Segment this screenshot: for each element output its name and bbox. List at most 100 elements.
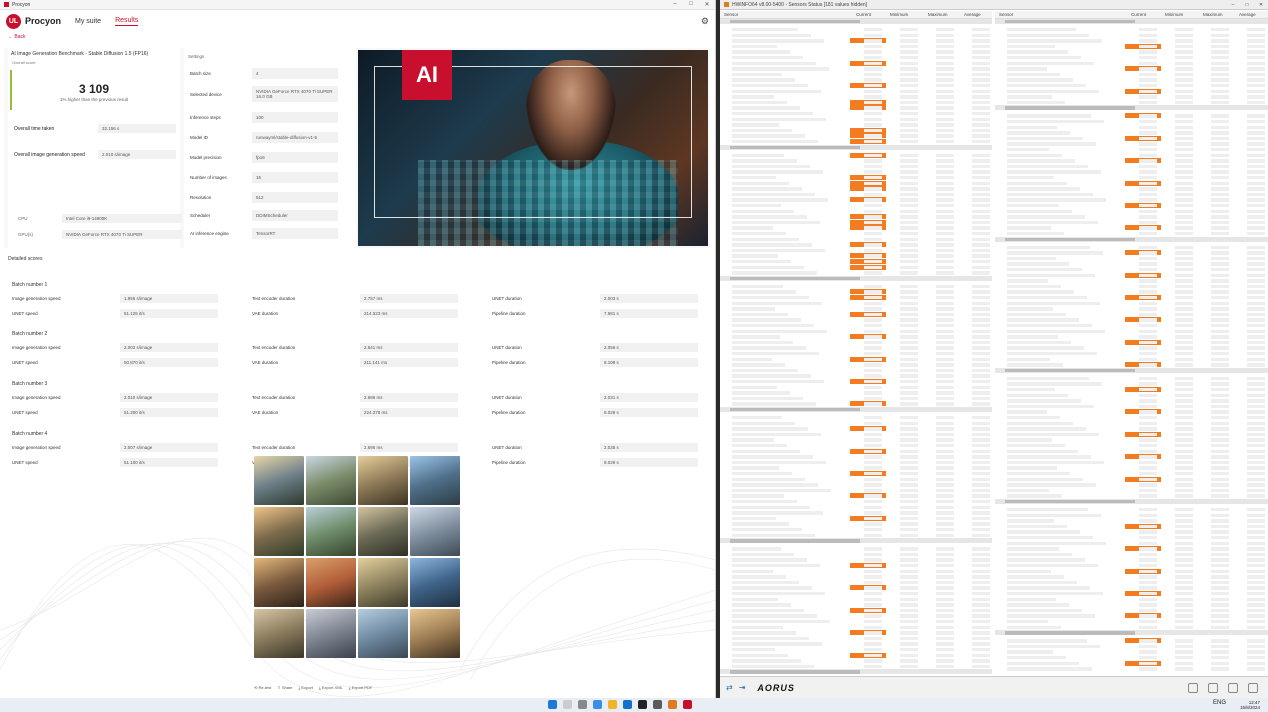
- app-icon[interactable]: [653, 700, 662, 709]
- sensor-row[interactable]: [995, 272, 1268, 278]
- sensor-row[interactable]: [995, 357, 1268, 362]
- sensor-row[interactable]: [995, 591, 1268, 596]
- sensor-row[interactable]: [995, 72, 1268, 77]
- sensor-row[interactable]: [720, 169, 992, 174]
- generated-image[interactable]: [410, 456, 460, 505]
- sensor-row[interactable]: [995, 415, 1268, 420]
- sensor-group-header[interactable]: [995, 236, 1268, 242]
- generated-image[interactable]: [306, 507, 356, 556]
- back-link[interactable]: ← Back: [0, 32, 715, 42]
- sensor-row[interactable]: [720, 362, 992, 367]
- sensor-row[interactable]: [720, 437, 992, 442]
- sensor-row[interactable]: [720, 89, 992, 94]
- sensor-row[interactable]: [995, 295, 1268, 300]
- sensor-row[interactable]: [995, 125, 1268, 130]
- sensor-row[interactable]: [720, 105, 992, 111]
- sensor-row[interactable]: [995, 443, 1268, 448]
- sensor-row[interactable]: [720, 152, 992, 158]
- generated-image[interactable]: [410, 609, 460, 658]
- sensor-row[interactable]: [720, 158, 992, 163]
- terminal-icon[interactable]: [638, 700, 647, 709]
- sensor-row[interactable]: [720, 421, 992, 426]
- sensor-row[interactable]: [720, 231, 992, 236]
- sensor-row[interactable]: [995, 61, 1268, 66]
- sensor-row[interactable]: [995, 203, 1268, 208]
- sensor-row[interactable]: [720, 625, 992, 630]
- action-share[interactable]: ⇪ Share: [277, 685, 292, 690]
- sensor-row[interactable]: [995, 625, 1268, 630]
- sensor-row[interactable]: [995, 49, 1268, 54]
- sensor-row[interactable]: [720, 563, 992, 568]
- sensor-row[interactable]: [995, 147, 1268, 152]
- gear-icon[interactable]: ⚙: [701, 16, 709, 27]
- sensor-row[interactable]: [720, 396, 992, 401]
- sensor-row[interactable]: [995, 153, 1268, 158]
- sensor-row[interactable]: [995, 376, 1268, 381]
- sensor-row[interactable]: [720, 602, 992, 607]
- sensor-row[interactable]: [995, 267, 1268, 272]
- procyon-taskbar-icon[interactable]: [683, 700, 692, 709]
- sensor-row[interactable]: [995, 334, 1268, 339]
- sensor-row[interactable]: [995, 387, 1268, 392]
- sensor-row[interactable]: [995, 164, 1268, 169]
- sensor-row[interactable]: [720, 432, 992, 437]
- sensor-row[interactable]: [995, 38, 1268, 43]
- sensor-row[interactable]: [995, 460, 1268, 465]
- windows-start-icon[interactable]: [548, 700, 557, 709]
- sensor-row[interactable]: [720, 225, 992, 231]
- sensor-row[interactable]: [995, 421, 1268, 426]
- sensor-row[interactable]: [720, 510, 992, 515]
- sensor-row[interactable]: [720, 180, 992, 186]
- action-export[interactable]: ⤓ Export: [299, 685, 313, 690]
- sensor-row[interactable]: [720, 242, 992, 248]
- sensor-row[interactable]: [995, 192, 1268, 197]
- minimize-icon[interactable]: –: [1226, 2, 1240, 8]
- generated-image[interactable]: [358, 507, 408, 556]
- sensor-row[interactable]: [720, 415, 992, 420]
- sensor-row[interactable]: [720, 55, 992, 60]
- sensor-row[interactable]: [995, 88, 1268, 94]
- sensor-row[interactable]: [995, 585, 1268, 590]
- sensor-row[interactable]: [720, 209, 992, 214]
- sensor-row[interactable]: [720, 385, 992, 390]
- sensor-row[interactable]: [995, 541, 1268, 546]
- sensor-row[interactable]: [995, 608, 1268, 613]
- col-sensor[interactable]: Sensor: [724, 12, 738, 17]
- sensor-row[interactable]: [720, 197, 992, 203]
- sensor-row[interactable]: [720, 175, 992, 180]
- sensor-row[interactable]: [995, 214, 1268, 219]
- sensor-row[interactable]: [720, 248, 992, 253]
- sensor-row[interactable]: [995, 209, 1268, 214]
- sensor-group-header[interactable]: [995, 630, 1268, 636]
- sensor-row[interactable]: [995, 471, 1268, 476]
- sensor-row[interactable]: [995, 638, 1268, 644]
- sensor-row[interactable]: [995, 602, 1268, 607]
- sensor-row[interactable]: [995, 27, 1268, 32]
- col-current[interactable]: Current: [1131, 12, 1146, 17]
- sensor-row[interactable]: [995, 518, 1268, 523]
- arrow-left-icon[interactable]: ⇄: [726, 683, 733, 692]
- col-current[interactable]: Current: [856, 12, 871, 17]
- sensor-row[interactable]: [720, 379, 992, 384]
- network-icon[interactable]: [1188, 682, 1198, 693]
- sensor-row[interactable]: [995, 345, 1268, 350]
- sensor-row[interactable]: [995, 245, 1268, 250]
- sensor-group-header[interactable]: [995, 499, 1268, 504]
- sensor-row[interactable]: [720, 351, 992, 356]
- sensor-row[interactable]: [995, 404, 1268, 409]
- sensor-row[interactable]: [995, 55, 1268, 60]
- sensor-row[interactable]: [720, 60, 992, 66]
- sensor-row[interactable]: [995, 278, 1268, 283]
- sensor-row[interactable]: [720, 99, 992, 105]
- sensor-row[interactable]: [720, 580, 992, 585]
- sensor-row[interactable]: [995, 488, 1268, 493]
- sensor-row[interactable]: [995, 644, 1268, 649]
- sensor-row[interactable]: [720, 546, 992, 551]
- sensor-row[interactable]: [995, 256, 1268, 261]
- generated-image[interactable]: [358, 456, 408, 505]
- sensor-row[interactable]: [995, 289, 1268, 294]
- sensor-group-header[interactable]: [720, 538, 992, 544]
- sensor-row[interactable]: [995, 180, 1268, 186]
- generated-image[interactable]: [306, 558, 356, 607]
- col-minimum[interactable]: Minimum: [890, 12, 908, 17]
